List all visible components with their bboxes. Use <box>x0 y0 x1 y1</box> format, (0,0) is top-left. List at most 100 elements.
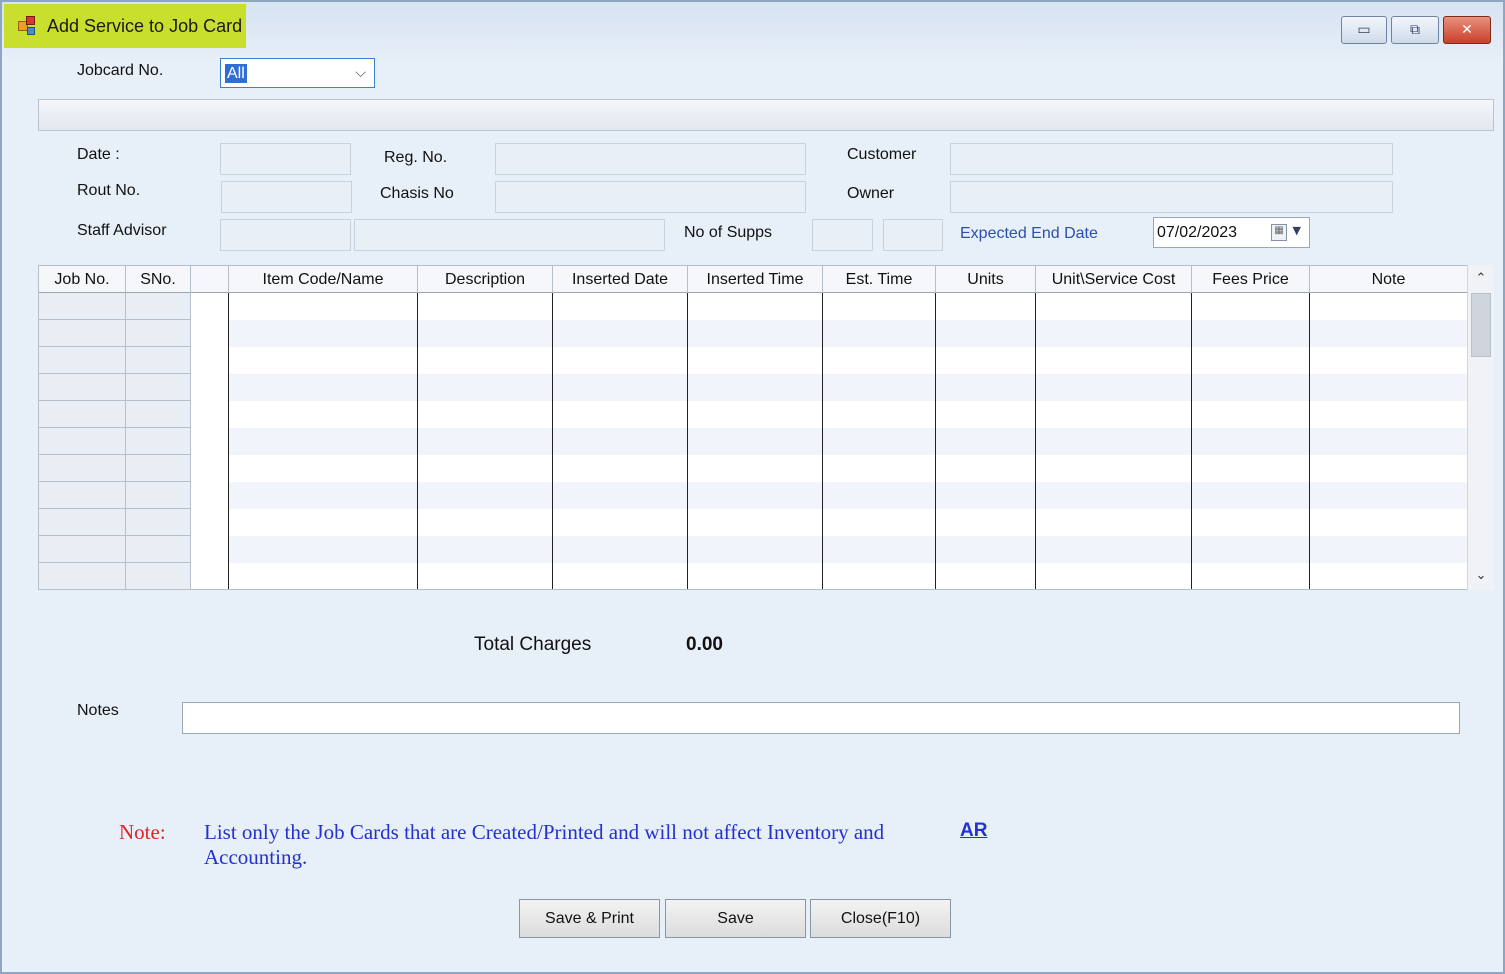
customer-field[interactable] <box>950 143 1393 175</box>
minimize-icon: ▭ <box>1357 22 1371 38</box>
sno-cell[interactable] <box>126 347 191 374</box>
close-button[interactable]: Close(F10) <box>810 899 951 938</box>
sno-cell[interactable] <box>126 428 191 455</box>
table-row[interactable] <box>229 374 1468 401</box>
rout-field[interactable] <box>221 181 352 213</box>
column-header[interactable]: Unit\Service Cost <box>1036 266 1192 293</box>
column-header[interactable]: Est. Time <box>823 266 936 293</box>
note-text: List only the Job Cards that are Created… <box>204 820 885 869</box>
job-no-cell[interactable] <box>39 320 126 347</box>
date-label: Date : <box>77 146 120 163</box>
chasis-field[interactable] <box>495 181 806 213</box>
column-header[interactable]: Units <box>936 266 1036 293</box>
jobcard-select-value: All <box>225 64 247 83</box>
chevron-down-icon: ⌵ <box>355 65 366 81</box>
job-no-cell[interactable] <box>39 536 126 563</box>
dropdown-arrow-icon[interactable]: ▼ <box>1293 224 1301 237</box>
table-row[interactable] <box>229 428 1468 455</box>
staff-advisor-label: Staff Advisor <box>77 222 167 239</box>
sno-cell[interactable] <box>126 401 191 428</box>
note-prefix: Note: <box>119 820 166 844</box>
sno-cell[interactable] <box>126 320 191 347</box>
scroll-thumb[interactable] <box>1471 293 1491 357</box>
column-header[interactable]: Fees Price <box>1192 266 1310 293</box>
job-no-cell[interactable] <box>39 293 126 320</box>
table-row[interactable] <box>229 536 1468 563</box>
job-no-cell[interactable] <box>39 482 126 509</box>
supps-field-1[interactable] <box>812 219 873 251</box>
window-title: Add Service to Job Card <box>47 15 243 36</box>
supps-label: No of Supps <box>684 224 773 241</box>
total-charges-label: Total Charges <box>474 634 592 655</box>
column-divider <box>822 293 823 589</box>
sno-cell[interactable] <box>126 482 191 509</box>
grid-vertical-scrollbar[interactable]: ⌃ ⌄ <box>1467 265 1494 590</box>
column-divider <box>1191 293 1192 589</box>
sno-cell[interactable] <box>126 536 191 563</box>
services-grid[interactable]: Job No. SNo. Item Code/Name Description Inse… <box>38 265 1494 590</box>
reg-field[interactable] <box>495 143 806 175</box>
job-no-cell[interactable] <box>39 374 126 401</box>
staff-advisor-code-field[interactable] <box>220 219 351 251</box>
column-header[interactable]: Inserted Date <box>553 266 688 293</box>
calendar-icon[interactable]: ▦ <box>1271 224 1287 241</box>
job-no-cell[interactable] <box>39 563 126 590</box>
notes-label: Notes <box>77 702 119 719</box>
window: Add Service to Job Card ▭ ⧉ ✕ Jobcard No… <box>0 0 1505 974</box>
column-header[interactable]: Item Code/Name <box>229 266 418 293</box>
reg-label: Reg. No. <box>384 149 448 166</box>
job-no-cell[interactable] <box>39 401 126 428</box>
sno-cell[interactable] <box>126 509 191 536</box>
column-divider <box>1309 293 1310 589</box>
jobcard-info-bar <box>38 99 1494 131</box>
jobcard-label: Jobcard No. <box>77 62 164 79</box>
rout-label: Rout No. <box>77 182 141 199</box>
owner-field[interactable] <box>950 181 1393 213</box>
column-header[interactable] <box>191 266 229 293</box>
date-field[interactable] <box>220 143 351 175</box>
minimize-button[interactable]: ▭ <box>1341 16 1387 44</box>
table-row[interactable] <box>229 320 1468 347</box>
owner-label: Owner <box>847 185 895 202</box>
column-header[interactable]: Job No. <box>39 266 126 293</box>
close-window-button[interactable]: ✕ <box>1443 16 1491 44</box>
customer-label: Customer <box>847 146 917 163</box>
sno-cell[interactable] <box>126 563 191 590</box>
expected-end-date-value: 07/02/2023 <box>1157 224 1238 241</box>
job-no-cell[interactable] <box>39 509 126 536</box>
close-icon: ✕ <box>1461 22 1473 38</box>
column-header[interactable]: Note <box>1310 266 1468 293</box>
notes-input[interactable] <box>182 702 1460 734</box>
maximize-button[interactable]: ⧉ <box>1391 16 1439 44</box>
total-charges-value: 0.00 <box>686 634 723 655</box>
sno-cell[interactable] <box>126 293 191 320</box>
expected-end-date-label: Expected End Date <box>960 225 1098 242</box>
title-bar: Add Service to Job Card <box>4 4 246 48</box>
scroll-down-icon[interactable]: ⌄ <box>1468 564 1494 588</box>
column-divider <box>228 293 229 589</box>
column-divider <box>417 293 418 589</box>
column-divider <box>1035 293 1036 589</box>
column-header[interactable]: Inserted Time <box>688 266 823 293</box>
job-no-cell[interactable] <box>39 455 126 482</box>
column-header[interactable]: SNo. <box>126 266 191 293</box>
save-print-button[interactable]: Save & Print <box>519 899 660 938</box>
scroll-up-icon[interactable]: ⌃ <box>1468 267 1494 291</box>
job-no-cell[interactable] <box>39 428 126 455</box>
staff-advisor-name-field[interactable] <box>354 219 665 251</box>
jobcard-select[interactable]: All ⌵ <box>220 58 375 88</box>
app-icon <box>17 15 39 37</box>
job-no-cell[interactable] <box>39 347 126 374</box>
grid-header: Job No. SNo. Item Code/Name Description Inse… <box>39 266 1468 293</box>
column-divider <box>935 293 936 589</box>
sno-cell[interactable] <box>126 455 191 482</box>
chasis-label: Chasis No <box>380 185 454 202</box>
ar-link[interactable]: AR <box>960 820 987 842</box>
table-row[interactable] <box>229 482 1468 509</box>
save-button[interactable]: Save <box>665 899 806 938</box>
column-header[interactable]: Description <box>418 266 553 293</box>
expected-end-date-picker[interactable]: 07/02/2023 ▦ ▼ <box>1153 217 1310 248</box>
supps-field-2[interactable] <box>883 219 943 251</box>
maximize-icon: ⧉ <box>1410 22 1420 38</box>
sno-cell[interactable] <box>126 374 191 401</box>
